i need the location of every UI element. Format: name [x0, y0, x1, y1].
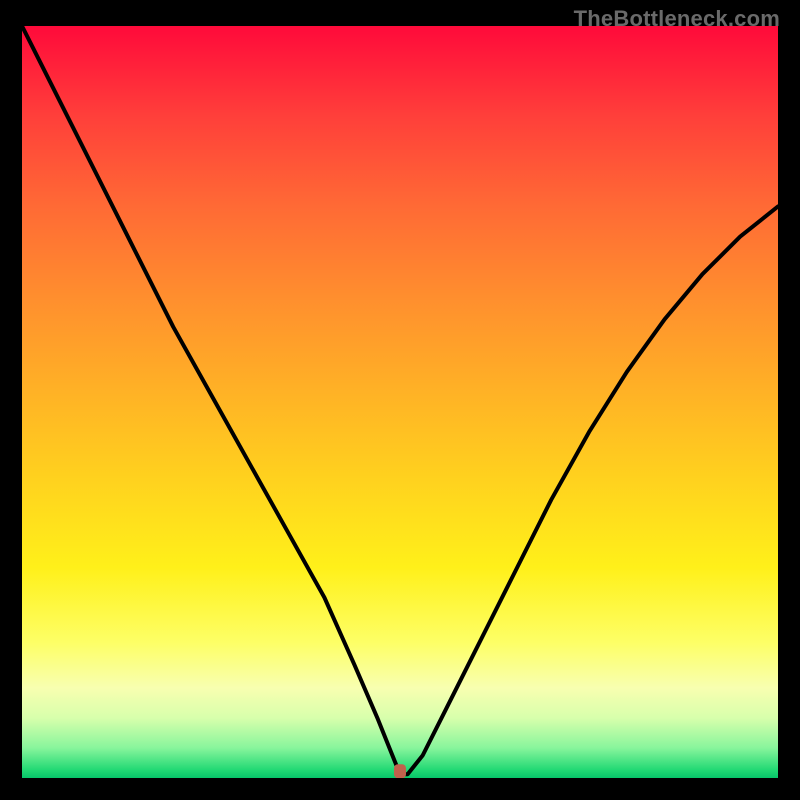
minimum-marker — [394, 764, 406, 778]
plot-area — [22, 26, 778, 778]
chart-frame: TheBottleneck.com — [0, 0, 800, 800]
curve-svg — [22, 26, 778, 778]
bottleneck-curve — [22, 26, 778, 774]
watermark-text: TheBottleneck.com — [574, 6, 780, 32]
